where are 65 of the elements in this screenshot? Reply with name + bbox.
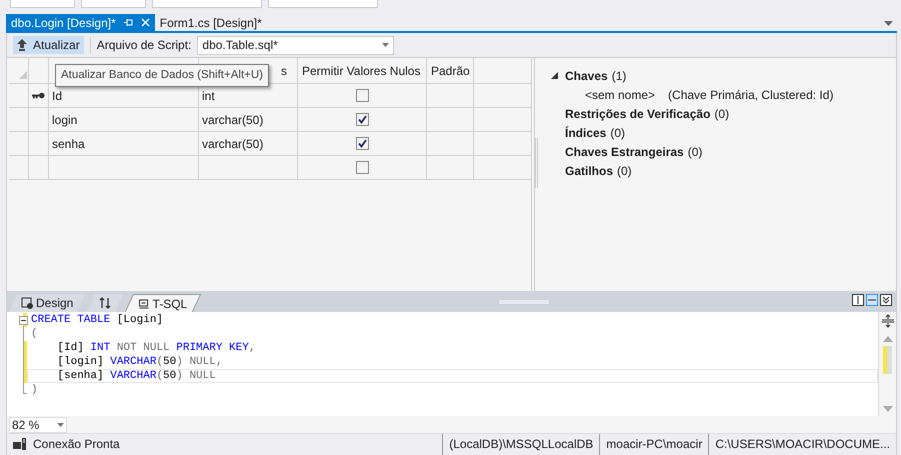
property-count: (0) [610,124,626,142]
table-cell[interactable]: senha [52,134,85,152]
toolbar-field[interactable] [152,0,262,8]
checkbox[interactable] [356,161,368,174]
tooltip: Atualizar Banco de Dados (Shift+Alt+U) [55,64,269,88]
checkbox[interactable] [356,113,368,126]
table-cell[interactable]: varchar(50) [202,134,264,152]
document-tab[interactable]: dbo.Login [Design]* [6,14,155,31]
overflow-dropdown-icon[interactable] [884,21,893,26]
property-count: (1) [612,68,626,84]
property-group-label[interactable]: Chaves [565,66,608,84]
script-label: Arquivo de Script: [96,37,192,54]
collapse-triangle-icon[interactable] [551,72,558,79]
code-line: ) [30,383,39,397]
code-line: ( [30,327,39,341]
table-cell[interactable]: login [52,110,78,128]
caret-icon [382,43,390,47]
pane-tab[interactable]: T-SQL [125,294,202,312]
horizontal-split-icon[interactable] [866,294,878,306]
caret-icon [57,422,64,426]
design-view-icon [21,297,33,309]
pin-icon[interactable] [124,18,133,27]
status-field: C:\USERS\MOACIR\DOCUME... [708,434,896,454]
close-icon[interactable] [140,18,150,27]
collapse-icon[interactable] [19,316,28,325]
toolbar-field[interactable] [268,0,378,8]
status-field: (LocalDB)\MSSQLLocalDB [442,434,600,454]
code-line: [Id] INT NOT NULL PRIMARY KEY, [56,341,256,355]
code-line: [login] VARCHAR(50) NULL, [56,355,224,369]
script-icon [138,298,150,310]
table-cell[interactable]: Id [52,86,62,104]
tab-title: dbo.Login [Design]* [11,14,116,32]
checkbox[interactable] [356,89,368,102]
pane-tab[interactable] [87,294,124,312]
property-group-label[interactable]: Restrições de Verificação [565,104,710,122]
property-group-label[interactable]: Índices [565,124,606,142]
connection-icon [13,438,27,450]
splitter-grip-icon[interactable] [499,300,549,304]
swap-arrows-icon [99,297,112,309]
property-count: (0) [617,162,632,180]
script-file-dropdown[interactable]: dbo.Table.sql* [197,36,394,54]
toolbar-field[interactable] [81,0,146,8]
property-group-label[interactable]: Gatilhos [565,162,614,180]
property-count: (0) [688,144,702,160]
toolbar-field[interactable] [10,0,75,8]
status-message: Conexão Pronta [33,436,120,453]
upload-arrow-icon [17,39,27,51]
key-name[interactable]: <sem nome> [585,86,656,104]
collapse-pane-icon[interactable] [880,294,892,306]
scrollbar-thumb[interactable] [883,346,892,374]
table-cell[interactable]: varchar(50) [202,110,264,128]
code-line: CREATE TABLE [Login] [30,313,164,327]
split-icon[interactable] [880,314,894,328]
update-button[interactable]: Atualizar [13,36,84,54]
column-header[interactable]: Permitir Valores Nulos [298,58,426,83]
property-count: (0) [714,106,730,122]
table-cell[interactable]: int [202,86,215,104]
checkbox[interactable] [356,137,368,150]
vertical-split-icon[interactable] [852,294,864,306]
key-detail: (Chave Primária, Clustered: Id) [668,86,834,104]
column-header[interactable]: Padrão [427,58,473,83]
zoom-dropdown[interactable]: 82 % [9,416,67,432]
property-group-label[interactable]: Chaves Estrangeiras [565,142,684,160]
pane-tab[interactable]: Design [8,294,86,312]
status-field: moacir-PC\moacir [599,434,708,454]
